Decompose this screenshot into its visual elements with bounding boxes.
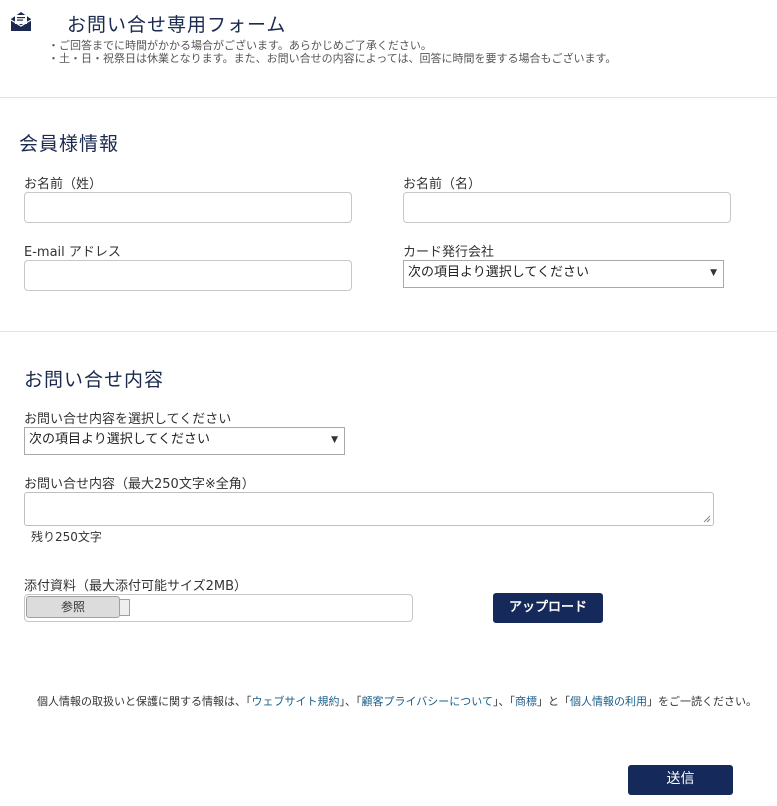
- privacy-suffix: 」をご一読ください。: [646, 695, 757, 708]
- first-name-input[interactable]: [403, 192, 731, 223]
- chevron-down-icon: ▼: [710, 268, 717, 278]
- divider: [0, 97, 777, 98]
- privacy-separator: 」と「: [536, 695, 570, 708]
- resize-grip-icon[interactable]: [703, 515, 711, 523]
- first-name-label: お名前（名）: [403, 177, 482, 192]
- card-company-select[interactable]: 次の項目より選択してください ▼: [403, 260, 724, 288]
- privacy-prefix: 個人情報の取扱いと保護に関する情報は、「: [37, 695, 252, 708]
- attachment-label: 添付資料（最大添付可能サイズ2MB）: [24, 579, 248, 594]
- inquiry-type-select[interactable]: 次の項目より選択してください ▼: [24, 427, 345, 455]
- email-label: E-mail アドレス: [24, 245, 121, 260]
- inquiry-section-title: お問い合せ内容: [24, 369, 165, 391]
- privacy-separator: 」、「: [339, 695, 362, 708]
- submit-button[interactable]: 送信: [628, 765, 733, 795]
- inquiry-type-label: お問い合せ内容を選択してください: [24, 412, 232, 427]
- personal-info-use-link[interactable]: 個人情報の利用: [570, 695, 647, 708]
- chevron-down-icon: ▼: [331, 435, 338, 445]
- privacy-notice: 個人情報の取扱いと保護に関する情報は、「ウェブサイト規約」、「顧客プライバシーに…: [37, 693, 757, 709]
- inquiry-content-label: お問い合せ内容（最大250文字※全角）: [24, 477, 255, 492]
- inquiry-content-textarea[interactable]: [24, 492, 714, 526]
- last-name-label: お名前（姓）: [24, 177, 103, 192]
- page-title: お問い合せ専用フォーム: [67, 14, 287, 36]
- upload-button[interactable]: アップロード: [493, 593, 603, 623]
- privacy-separator: 」、「: [492, 695, 515, 708]
- email-input[interactable]: [24, 260, 352, 291]
- notice-line-2: ・土・日・祝祭日は休業となります。また、お問い合せの内容によっては、回答に時間を…: [48, 52, 617, 65]
- card-company-selected-value: 次の項目より選択してください: [408, 265, 589, 280]
- last-name-input[interactable]: [24, 192, 352, 223]
- customer-privacy-link[interactable]: 顧客プライバシーについて: [362, 695, 493, 708]
- inquiry-type-selected-value: 次の項目より選択してください: [29, 432, 210, 447]
- member-section-title: 会員様情報: [19, 133, 120, 155]
- file-input-edge: [120, 599, 130, 616]
- file-input[interactable]: 参照: [24, 594, 413, 622]
- envelope-icon: [10, 12, 32, 31]
- website-terms-link[interactable]: ウェブサイト規約: [252, 695, 340, 708]
- trademark-link[interactable]: 商標: [515, 695, 537, 708]
- divider: [0, 331, 777, 332]
- card-company-label: カード発行会社: [403, 245, 495, 260]
- browse-button[interactable]: 参照: [26, 596, 120, 618]
- remaining-characters: 残り250文字: [31, 530, 102, 544]
